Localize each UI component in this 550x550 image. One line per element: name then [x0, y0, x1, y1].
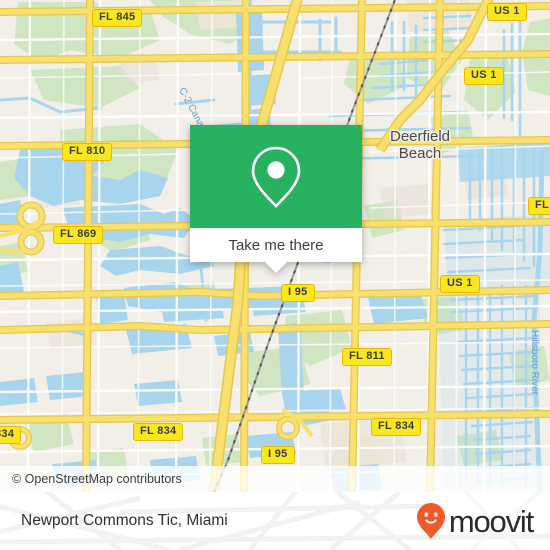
popup-icon-panel — [190, 125, 362, 228]
road-shield[interactable]: FL 810 — [62, 143, 113, 161]
road-shield[interactable]: I 95 — [281, 284, 315, 302]
road-shield[interactable]: FL — [528, 197, 550, 215]
road-shield[interactable]: FL 869 — [53, 226, 104, 244]
footer-place-title: Newport Commons Tic, Miami — [21, 512, 228, 529]
moovit-logo[interactable]: moovit — [416, 502, 534, 540]
moovit-map-screenshot: .rd { stroke:#f7e06e; stroke-linecap:but… — [0, 0, 550, 550]
road-shield[interactable]: US 1 — [440, 275, 480, 293]
road-shield[interactable]: FL 834 — [371, 418, 422, 436]
water-label-river: Hillsboro River — [529, 330, 540, 396]
moovit-wordmark: moovit — [448, 503, 534, 539]
road-shield[interactable]: FL 834 — [133, 423, 184, 441]
road-shield[interactable]: I 95 — [261, 446, 295, 464]
moovit-pin-smiley-icon — [416, 503, 445, 539]
road-shield[interactable]: FL 845 — [92, 9, 143, 27]
map-canvas[interactable]: .rd { stroke:#f7e06e; stroke-linecap:but… — [0, 0, 550, 492]
map-popup[interactable]: Take me there — [190, 125, 362, 273]
road-shield[interactable]: US 1 — [487, 3, 527, 21]
popup-tail — [265, 262, 287, 273]
road-shield[interactable]: FL 811 — [342, 348, 392, 366]
attribution-text[interactable]: © OpenStreetMap contributors — [0, 472, 182, 486]
popup-action-button[interactable]: Take me there — [190, 228, 362, 262]
road-shield[interactable]: 834 — [0, 426, 22, 444]
place-label-deerfield-beach: Deerfield Beach — [390, 128, 451, 162]
footer-bar: Newport Commons Tic, Miami moovit — [0, 492, 550, 550]
map-attribution-bar: © OpenStreetMap contributors — [0, 466, 550, 492]
popup-action-label: Take me there — [228, 236, 324, 254]
map-pin-icon — [251, 146, 301, 208]
road-shield[interactable]: US 1 — [464, 67, 504, 85]
